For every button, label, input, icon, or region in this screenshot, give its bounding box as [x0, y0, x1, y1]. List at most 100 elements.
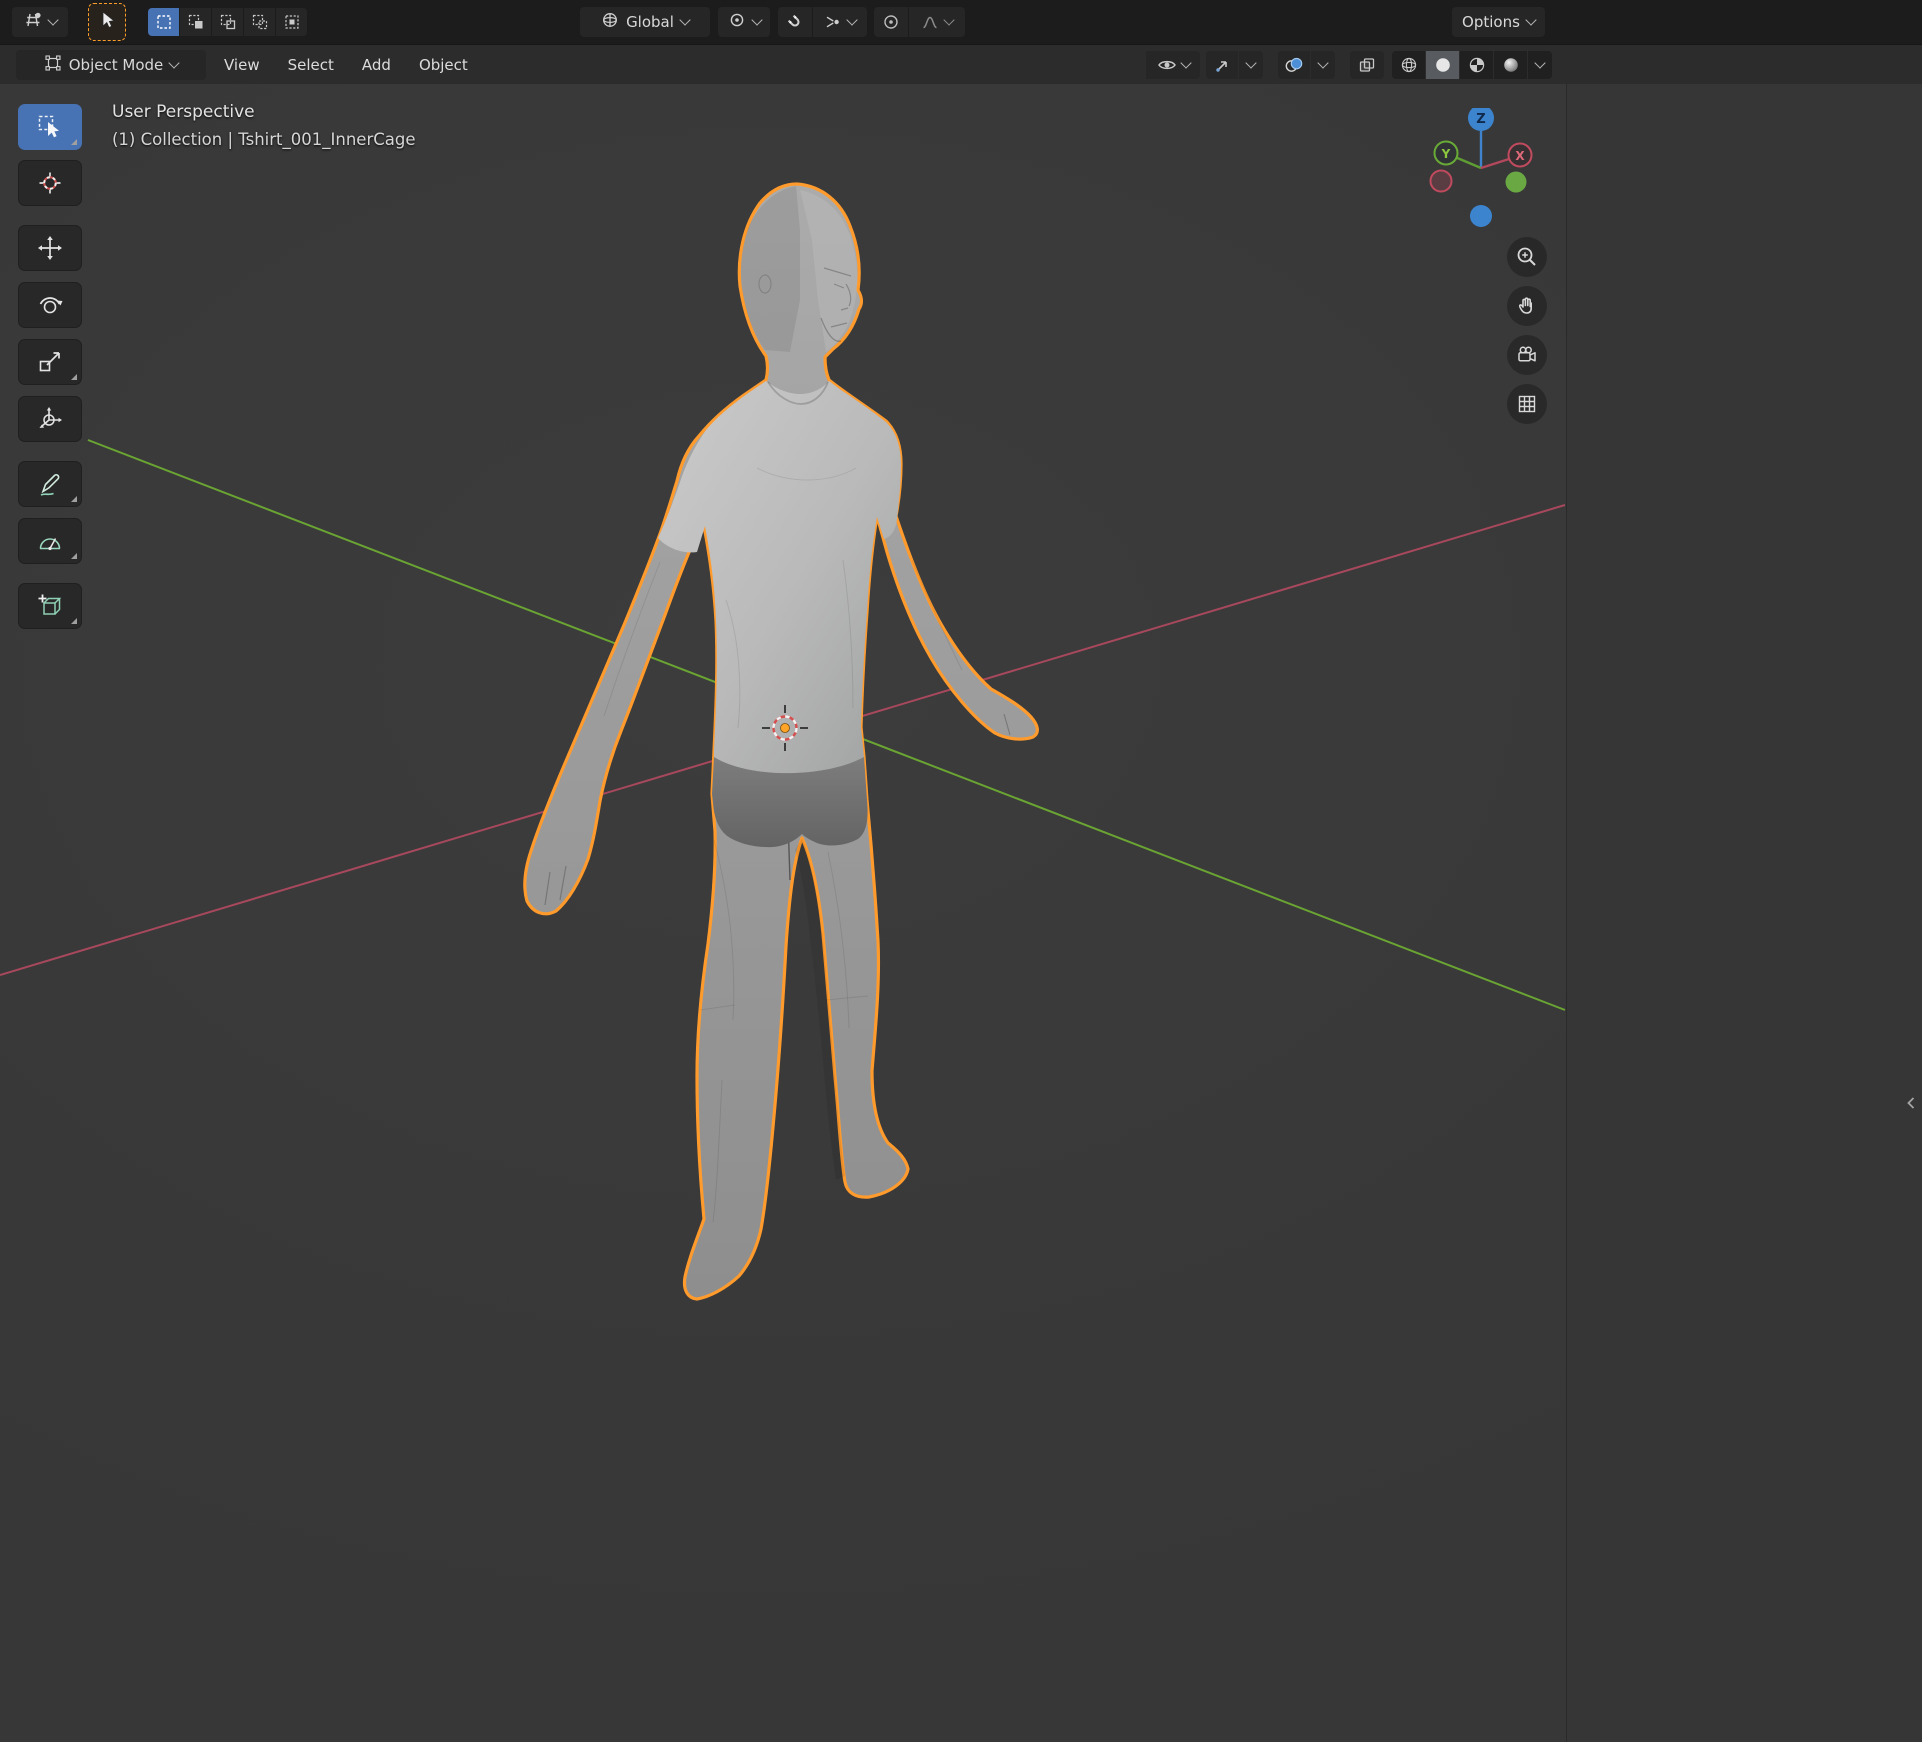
- shading-mode-group: [1392, 51, 1552, 79]
- snap-toggle-button[interactable]: [778, 7, 812, 37]
- select-mode-extend-button[interactable]: [180, 8, 211, 36]
- gizmo-axis-x[interactable]: X: [1507, 142, 1533, 168]
- pivot-icon: [728, 11, 746, 33]
- tool-scale[interactable]: [18, 339, 82, 385]
- transform-orientation-dropdown[interactable]: Global: [580, 7, 710, 37]
- gizmo-axis-z[interactable]: Z: [1468, 108, 1494, 131]
- select-mode-invert-button[interactable]: [244, 8, 275, 36]
- orientation-value: Global: [626, 13, 674, 31]
- select-mode-intersect-button[interactable]: [276, 8, 307, 36]
- gizmo-x-label: X: [1515, 149, 1525, 163]
- select-mode-invert-icon: [252, 14, 267, 30]
- xray-toggle[interactable]: [1350, 51, 1384, 79]
- zoom-icon: [1517, 247, 1536, 266]
- snap-target-icon: [826, 16, 839, 28]
- tool-measure[interactable]: [18, 518, 82, 564]
- gizmos-icon: [1216, 61, 1227, 72]
- visibility-icon: [1157, 60, 1176, 70]
- tool-annotate[interactable]: [18, 461, 82, 507]
- tool-select-box[interactable]: [18, 104, 82, 150]
- options-label: Options: [1462, 13, 1520, 31]
- pivot-point-dropdown[interactable]: [718, 7, 770, 37]
- shading-solid-button[interactable]: [1426, 51, 1459, 79]
- gizmo-axis-x-neg[interactable]: [1429, 169, 1453, 193]
- toggle-ortho-button[interactable]: [1507, 384, 1547, 424]
- gizmos-group: [1206, 51, 1263, 79]
- tool-cursor-icon: [39, 172, 61, 194]
- tool-move-icon: [38, 236, 62, 260]
- proportional-falloff-dropdown[interactable]: [909, 7, 965, 37]
- shading-dropdown[interactable]: [1528, 51, 1552, 79]
- pan-button[interactable]: [1507, 286, 1547, 326]
- chevron-down-icon: [1534, 57, 1546, 69]
- select-mode-intersect-icon: [284, 15, 299, 29]
- tool-transform[interactable]: [18, 396, 82, 442]
- editor-type-button[interactable]: [12, 7, 68, 37]
- collection-breadcrumb: (1) Collection | Tshirt_001_InnerCage: [112, 130, 416, 149]
- select-mode-new-icon: [156, 15, 171, 29]
- viewport-3d[interactable]: User Perspective (1) Collection | Tshirt…: [0, 84, 1922, 1742]
- select-mode-subtract-button[interactable]: [212, 8, 243, 36]
- visibility-dropdown[interactable]: [1146, 51, 1200, 79]
- tool-rotate-icon: [39, 297, 63, 314]
- shading-wireframe-icon: [1401, 57, 1416, 73]
- menu-add[interactable]: Add: [348, 50, 405, 80]
- chevron-down-icon: [1179, 57, 1192, 69]
- overlays-dropdown[interactable]: [1311, 51, 1335, 79]
- chevron-down-icon: [943, 14, 955, 26]
- navigation-gizmo[interactable]: Z Y X: [1421, 108, 1541, 228]
- proportional-edit-toggle[interactable]: [874, 7, 908, 37]
- chevron-down-icon: [679, 14, 691, 26]
- menu-select[interactable]: Select: [274, 50, 348, 80]
- snap-settings-dropdown[interactable]: [813, 7, 867, 37]
- gizmo-z-label: Z: [1476, 112, 1485, 127]
- view-perspective-label: User Perspective: [112, 102, 255, 122]
- chevron-down-icon: [846, 14, 858, 26]
- tool-add-primitive-icon: [38, 594, 62, 615]
- menu-view[interactable]: View: [210, 50, 274, 80]
- gizmo-axis-y-neg[interactable]: [1505, 171, 1527, 193]
- toggle-ortho-icon: [1518, 395, 1536, 413]
- xray-icon: [1359, 58, 1375, 72]
- tool-cursor[interactable]: [18, 160, 82, 206]
- tool-add-primitive[interactable]: [18, 583, 82, 629]
- select-mode-new-button[interactable]: [148, 8, 179, 36]
- menu-object[interactable]: Object: [405, 50, 482, 80]
- mode-label: Object Mode: [68, 56, 164, 74]
- tool-measure-icon: [39, 538, 61, 551]
- gizmo-axis-y[interactable]: Y: [1433, 140, 1459, 166]
- active-tool-indicator[interactable]: [88, 3, 126, 41]
- orientation-icon: [601, 11, 619, 33]
- gizmo-y-label: Y: [1441, 147, 1451, 161]
- snapping-group: [778, 7, 867, 37]
- tool-rotate[interactable]: [18, 282, 82, 328]
- pan-icon: [1518, 297, 1532, 314]
- visibility-group: [1146, 51, 1200, 79]
- gizmos-toggle[interactable]: [1206, 51, 1238, 79]
- shading-rendered-button[interactable]: [1494, 51, 1527, 79]
- overlays-toggle[interactable]: [1278, 51, 1310, 79]
- blender-window: Global Options Object Mode View Select A…: [0, 0, 1922, 1742]
- gizmos-dropdown[interactable]: [1239, 51, 1263, 79]
- chevron-down-icon: [1525, 14, 1537, 26]
- topbar: Global Options: [0, 0, 1922, 44]
- chevron-down-icon: [168, 57, 180, 69]
- sidebar-collapse-toggle[interactable]: [1903, 1092, 1919, 1114]
- shading-wireframe-button[interactable]: [1392, 51, 1425, 79]
- overlays-group: [1278, 51, 1335, 79]
- select-box-tool-icon: [97, 10, 117, 34]
- mode-dropdown[interactable]: Object Mode: [16, 50, 206, 80]
- chevron-down-icon: [1317, 57, 1329, 69]
- options-dropdown[interactable]: Options: [1452, 7, 1545, 37]
- tool-move[interactable]: [18, 225, 82, 271]
- gizmo-axis-z-neg[interactable]: [1470, 205, 1492, 227]
- snap-magnet-icon: [787, 14, 800, 27]
- shading-material-button[interactable]: [1460, 51, 1493, 79]
- chevron-down-icon: [750, 14, 763, 26]
- zoom-button[interactable]: [1507, 237, 1547, 277]
- select-box-tool-icon: [38, 115, 59, 138]
- camera-view-button[interactable]: [1507, 335, 1547, 375]
- tool-annotate-icon: [40, 474, 60, 496]
- menu-bar: View Select Add Object: [210, 50, 482, 80]
- chevron-down-icon: [46, 14, 59, 26]
